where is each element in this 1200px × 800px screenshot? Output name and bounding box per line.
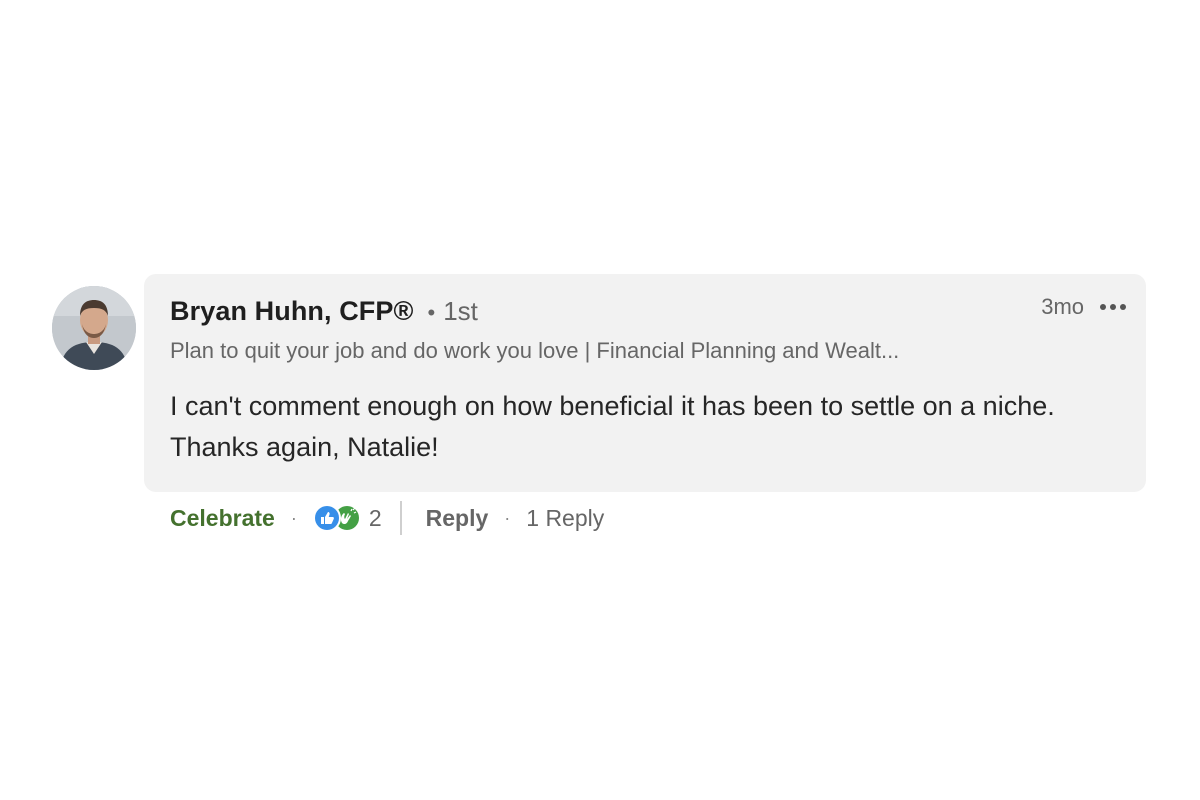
reply-button[interactable]: Reply <box>426 505 489 532</box>
more-dot <box>1120 304 1126 310</box>
reactions-summary[interactable]: 2 <box>312 504 382 532</box>
comment-text: I can't comment enough on how beneficial… <box>170 391 1055 462</box>
like-icon <box>312 504 341 532</box>
avatar[interactable] <box>52 286 136 370</box>
author-name[interactable]: Bryan Huhn, CFP® <box>170 296 414 327</box>
more-dot <box>1100 304 1106 310</box>
divider <box>399 501 402 535</box>
comment-actions: Celebrate · 2 Reply · 1 Reply <box>170 498 604 538</box>
comment-header: Bryan Huhn, CFP® • 1st <box>170 296 478 327</box>
separator-dot: · <box>290 507 297 528</box>
avatar-photo <box>52 286 136 370</box>
more-dot <box>1110 304 1116 310</box>
timestamp: 3mo <box>1041 294 1084 319</box>
celebrate-button[interactable]: Celebrate <box>170 505 275 532</box>
connection-degree: 1st <box>443 296 478 326</box>
author-headline: Plan to quit your job and do work you lo… <box>170 338 900 363</box>
comment-meta: 3mo <box>1041 294 1128 320</box>
separator-dot: • <box>427 300 436 325</box>
thumbs-up-glyph <box>320 512 334 524</box>
more-options-icon[interactable] <box>1098 298 1128 316</box>
reaction-count: 2 <box>368 504 382 531</box>
comment-bubble: Bryan Huhn, CFP® • 1st 3mo Plan to quit … <box>144 274 1146 492</box>
separator-dot: · <box>504 507 511 528</box>
replies-count-link[interactable]: 1 Reply <box>526 505 604 532</box>
